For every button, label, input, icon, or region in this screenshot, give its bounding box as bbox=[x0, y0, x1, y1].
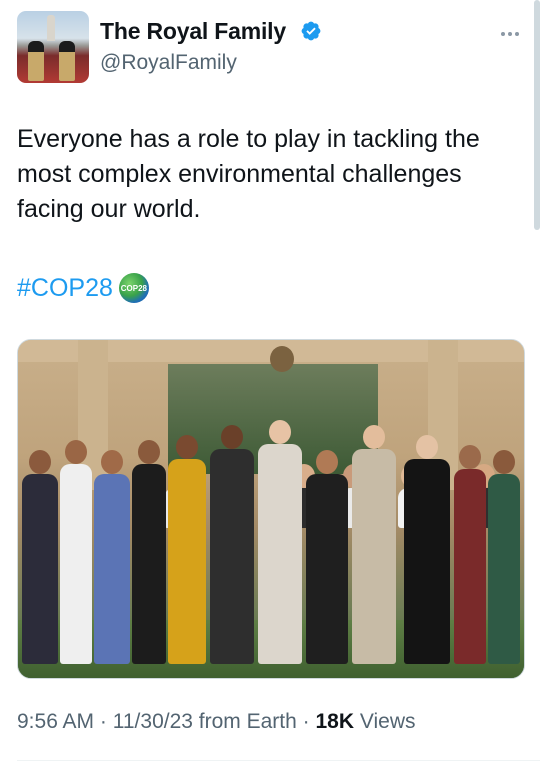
tweet-text: Everyone has a role to play in tackling … bbox=[17, 125, 480, 223]
tweet-date[interactable]: 11/30/23 bbox=[113, 710, 193, 733]
views-label: Views bbox=[359, 710, 416, 733]
photo-person bbox=[168, 435, 206, 664]
avatar-guard bbox=[28, 41, 44, 81]
photo-person bbox=[454, 445, 486, 664]
photo-lantern bbox=[270, 346, 294, 372]
divider bbox=[17, 760, 540, 761]
photo-person bbox=[352, 425, 396, 664]
hashtag-link[interactable]: #COP28 bbox=[17, 274, 113, 303]
separator: · bbox=[99, 710, 107, 733]
cop28-globe-icon: COP28 bbox=[118, 273, 149, 303]
photo-person bbox=[306, 450, 348, 664]
verified-badge-icon[interactable] bbox=[300, 20, 322, 42]
user-handle[interactable]: @RoyalFamily bbox=[100, 51, 237, 75]
photo-person bbox=[22, 450, 58, 664]
display-name[interactable]: The Royal Family bbox=[100, 18, 286, 45]
hashtag-row: #COP28 COP28 bbox=[17, 270, 149, 306]
tweet-photo[interactable] bbox=[17, 339, 525, 679]
scrollbar[interactable] bbox=[534, 0, 540, 230]
photo-person bbox=[258, 420, 302, 664]
separator: · bbox=[302, 710, 310, 733]
avatar-monument bbox=[47, 15, 55, 41]
photo-person bbox=[488, 450, 520, 664]
avatar-guard bbox=[59, 41, 75, 81]
photo-person bbox=[404, 435, 450, 664]
tweet-meta: 9:56 AM · 11/30/23 from Earth · 18K View… bbox=[17, 710, 416, 740]
views-count[interactable]: 18K bbox=[316, 710, 355, 733]
photo-person bbox=[94, 450, 130, 664]
tweet-time[interactable]: 9:56 AM bbox=[17, 710, 94, 733]
more-options-icon[interactable] bbox=[501, 23, 527, 36]
tweet-source: from Earth bbox=[198, 710, 297, 733]
photo-person bbox=[60, 440, 92, 664]
photo-person bbox=[210, 425, 254, 664]
tweet-header: The Royal Family @RoyalFamily bbox=[17, 11, 527, 85]
avatar[interactable] bbox=[17, 11, 89, 83]
photo-person bbox=[132, 440, 166, 664]
